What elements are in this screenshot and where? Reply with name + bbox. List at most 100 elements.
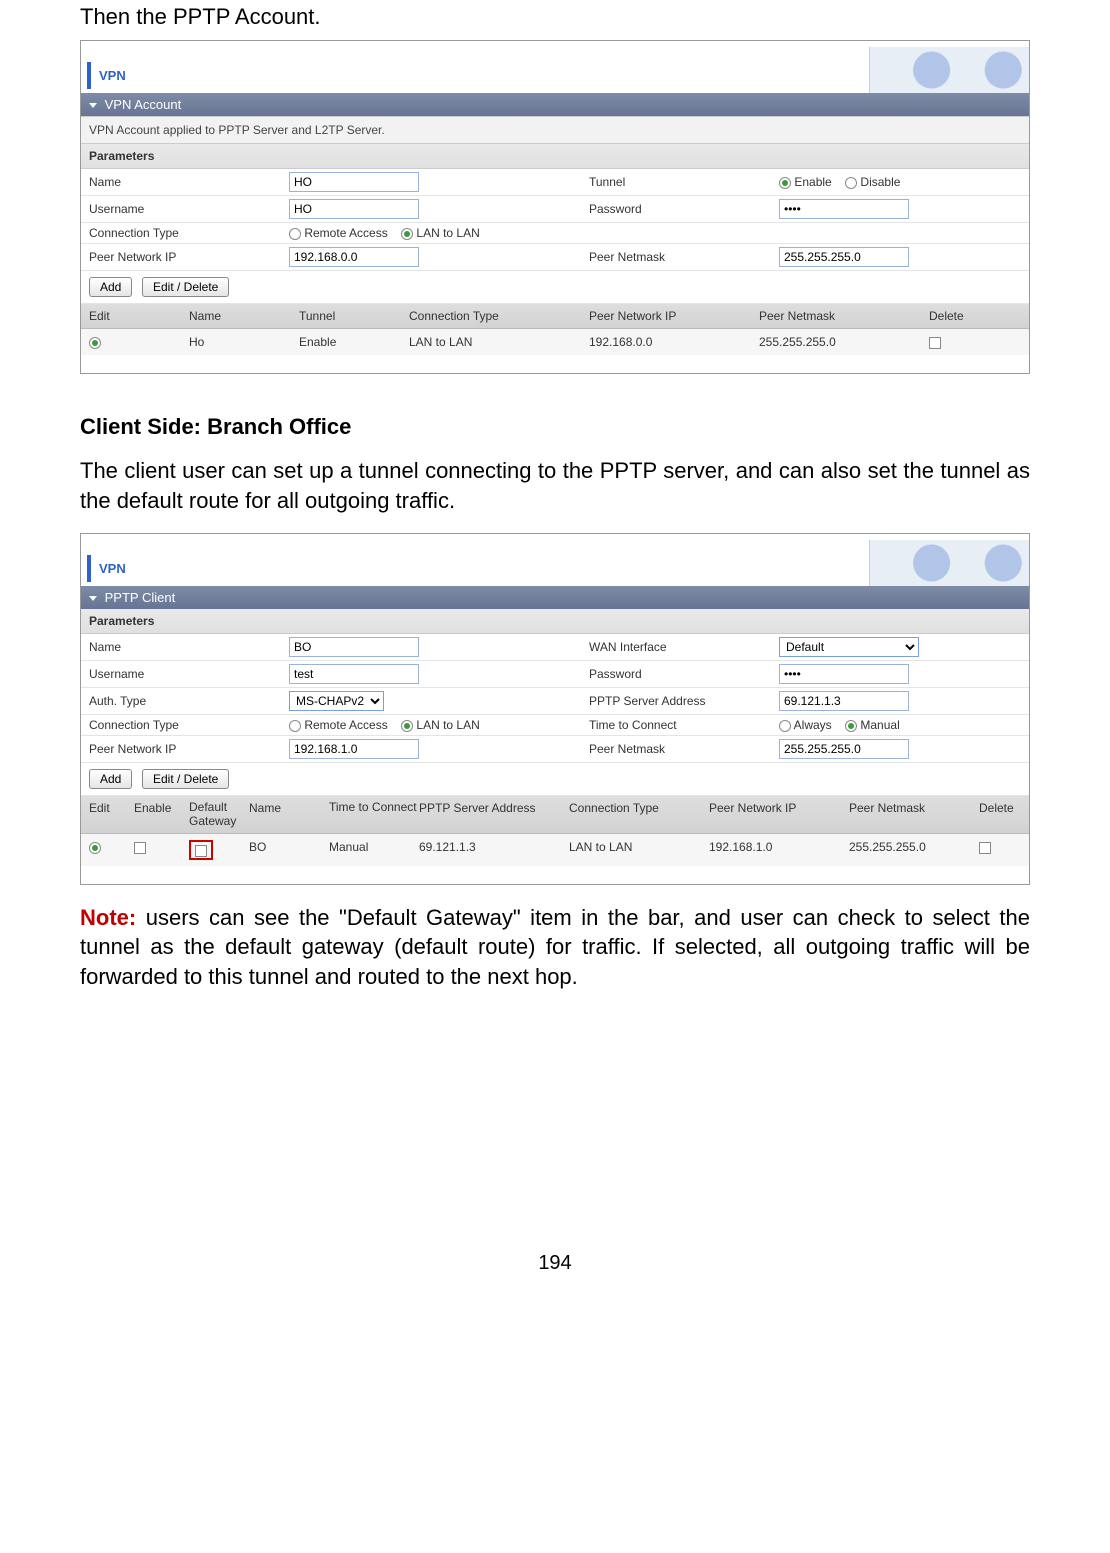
panel-top: VPN <box>81 534 1029 586</box>
select-auth[interactable]: MS-CHAPv2 <box>289 691 384 711</box>
grid-row: Ho Enable LAN to LAN 192.168.0.0 255.255… <box>81 329 1029 355</box>
chevron-down-icon <box>89 596 97 601</box>
row-defgw-check[interactable] <box>195 845 207 857</box>
row-conntype: Connection Type Remote Access LAN to LAN <box>81 223 1029 244</box>
panel-top: VPN <box>81 41 1029 93</box>
col-mask: Peer Netmask <box>849 801 979 827</box>
row-peer: Peer Network IP Peer Netmask <box>81 736 1029 763</box>
radio-remote[interactable] <box>289 228 301 240</box>
radio-always[interactable] <box>779 720 791 732</box>
label-wan: WAN Interface <box>589 640 779 654</box>
cell-name: Ho <box>189 335 299 349</box>
input-srv[interactable] <box>779 691 909 711</box>
edit-delete-button[interactable]: Edit / Delete <box>142 769 229 789</box>
note-body: users can see the "Default Gateway" item… <box>80 905 1030 989</box>
col-name: Name <box>189 309 299 323</box>
grid-header: Edit Enable Default Gateway Name Time to… <box>81 796 1029 833</box>
row-delete-check[interactable] <box>979 842 991 854</box>
section-band[interactable]: PPTP Client <box>81 586 1029 609</box>
default-gateway-highlight <box>189 840 213 860</box>
grid-header: Edit Name Tunnel Connection Type Peer Ne… <box>81 304 1029 329</box>
col-ip: Peer Network IP <box>709 801 849 827</box>
radio-l2l[interactable] <box>401 720 413 732</box>
cell-ip: 192.168.0.0 <box>589 335 759 349</box>
section-title: VPN Account <box>105 97 182 112</box>
cell-ttc: Manual <box>329 840 419 860</box>
col-mask: Peer Netmask <box>759 309 929 323</box>
pptp-client-panel: VPN PPTP Client Parameters Name WAN Inte… <box>80 533 1030 884</box>
cell-mask: 255.255.255.0 <box>849 840 979 860</box>
label-username: Username <box>89 667 289 681</box>
label-ttc: Time to Connect <box>589 718 779 732</box>
row-name: Name WAN Interface Default <box>81 634 1029 661</box>
cell-ctype: LAN to LAN <box>409 335 589 349</box>
grid-row: BO Manual 69.121.1.3 LAN to LAN 192.168.… <box>81 834 1029 866</box>
add-button[interactable]: Add <box>89 277 132 297</box>
col-enable: Enable <box>134 801 189 827</box>
row-edit-radio[interactable] <box>89 842 101 854</box>
radio-remote[interactable] <box>289 720 301 732</box>
radio-manual-label: Manual <box>860 718 899 732</box>
col-ctype: Connection Type <box>569 801 709 827</box>
radio-enable[interactable] <box>779 177 791 189</box>
label-peerip: Peer Network IP <box>89 250 289 264</box>
label-name: Name <box>89 640 289 654</box>
vpn-tab[interactable]: VPN <box>87 62 136 89</box>
input-peermask[interactable] <box>779 739 909 759</box>
section-band[interactable]: VPN Account <box>81 93 1029 116</box>
intro-text: Then the PPTP Account. <box>80 4 1030 30</box>
col-delete: Delete <box>979 801 1039 827</box>
row-delete-check[interactable] <box>929 337 941 349</box>
input-password[interactable] <box>779 199 909 219</box>
input-password[interactable] <box>779 664 909 684</box>
input-username[interactable] <box>289 664 419 684</box>
label-srv: PPTP Server Address <box>589 694 779 708</box>
col-ttc: Time to Connect <box>329 801 419 827</box>
input-peerip[interactable] <box>289 247 419 267</box>
label-peerip: Peer Network IP <box>89 742 289 756</box>
client-side-heading: Client Side: Branch Office <box>80 414 1030 440</box>
parameters-header: Parameters <box>81 144 1029 169</box>
cell-name: BO <box>249 840 329 860</box>
section-desc: VPN Account applied to PPTP Server and L… <box>81 116 1029 144</box>
section-title: PPTP Client <box>105 590 176 605</box>
col-delete: Delete <box>929 309 1009 323</box>
note-label: Note: <box>80 905 136 930</box>
radio-disable-label: Disable <box>860 175 900 189</box>
col-name: Name <box>249 801 329 827</box>
parameters-header: Parameters <box>81 609 1029 634</box>
label-name: Name <box>89 175 289 189</box>
radio-manual[interactable] <box>845 720 857 732</box>
page-number: 194 <box>80 1252 1030 1275</box>
col-defgw: Default Gateway <box>189 801 249 827</box>
label-password: Password <box>589 667 779 681</box>
label-peermask: Peer Netmask <box>589 250 779 264</box>
cell-ip: 192.168.1.0 <box>709 840 849 860</box>
edit-delete-button[interactable]: Edit / Delete <box>142 277 229 297</box>
radio-remote-label: Remote Access <box>304 226 387 240</box>
input-peerip[interactable] <box>289 739 419 759</box>
note-paragraph: Note: users can see the "Default Gateway… <box>80 903 1030 992</box>
vpn-tab[interactable]: VPN <box>87 555 136 582</box>
radio-l2l[interactable] <box>401 228 413 240</box>
add-button[interactable]: Add <box>89 769 132 789</box>
input-peermask[interactable] <box>779 247 909 267</box>
radio-always-label: Always <box>794 718 832 732</box>
row-conntype: Connection Type Remote Access LAN to LAN… <box>81 715 1029 736</box>
radio-disable[interactable] <box>845 177 857 189</box>
row-edit-radio[interactable] <box>89 337 101 349</box>
col-tunnel: Tunnel <box>299 309 409 323</box>
label-auth: Auth. Type <box>89 694 289 708</box>
input-name[interactable] <box>289 637 419 657</box>
label-username: Username <box>89 202 289 216</box>
button-row: Add Edit / Delete <box>81 763 1029 796</box>
select-wan[interactable]: Default <box>779 637 919 657</box>
cell-tunnel: Enable <box>299 335 409 349</box>
col-ip: Peer Network IP <box>589 309 759 323</box>
input-username[interactable] <box>289 199 419 219</box>
label-tunnel: Tunnel <box>589 175 779 189</box>
input-name[interactable] <box>289 172 419 192</box>
label-password: Password <box>589 202 779 216</box>
label-peermask: Peer Netmask <box>589 742 779 756</box>
row-enable-check[interactable] <box>134 842 146 854</box>
